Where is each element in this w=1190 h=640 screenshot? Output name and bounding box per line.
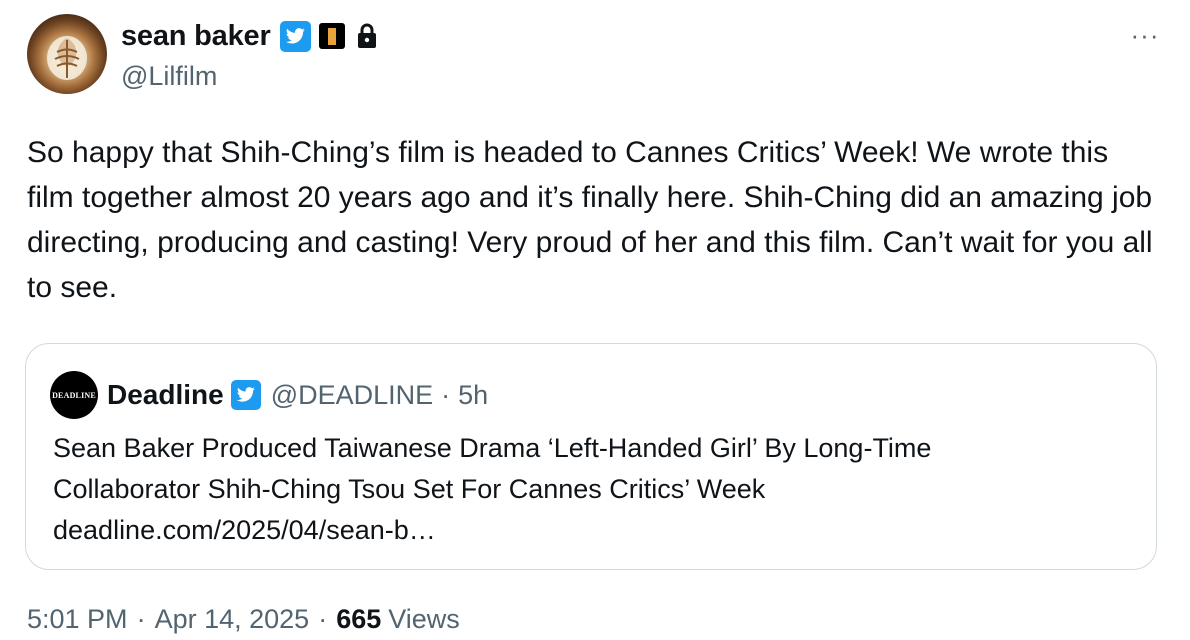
affiliation-badge-icon[interactable] bbox=[318, 23, 345, 49]
quoted-text-line: Sean Baker Produced Taiwanese Drama ‘Lef… bbox=[53, 433, 932, 463]
quoted-link[interactable]: deadline.com/2025/04/sean-b… bbox=[53, 510, 1133, 551]
quoted-display-name[interactable]: Deadline bbox=[107, 379, 224, 411]
tweet-meta: 5:01 PM · Apr 14, 2025 · 665 Views bbox=[27, 604, 460, 635]
quoted-separator: · bbox=[441, 379, 451, 410]
meta-separator: · bbox=[136, 604, 146, 634]
quoted-timestamp[interactable]: 5h bbox=[458, 380, 488, 411]
latte-art-icon bbox=[47, 36, 87, 80]
author-avatar[interactable] bbox=[27, 14, 107, 94]
author-name-row: sean baker bbox=[121, 18, 379, 54]
tweet-date[interactable]: Apr 14, 2025 bbox=[155, 604, 310, 635]
author-display-name[interactable]: sean baker bbox=[121, 20, 271, 53]
verified-badge-icon[interactable] bbox=[279, 20, 311, 52]
author-handle[interactable]: @Lilfilm bbox=[121, 61, 217, 92]
tweet-time[interactable]: 5:01 PM bbox=[27, 604, 128, 635]
quoted-tweet-header: DEADLINE Deadline @DEADLINE · 5h bbox=[50, 371, 488, 419]
more-options-button[interactable]: ··· bbox=[1125, 20, 1165, 50]
deadline-logo-avatar[interactable]: DEADLINE bbox=[50, 371, 98, 419]
quoted-tweet-text: Sean Baker Produced Taiwanese Drama ‘Lef… bbox=[53, 428, 1133, 551]
quoted-verified-badge-icon[interactable] bbox=[230, 380, 261, 410]
quoted-handle[interactable]: @DEADLINE bbox=[271, 380, 433, 411]
tweet-text: So happy that Shih-Ching’s film is heade… bbox=[27, 136, 1161, 304]
quoted-text-line: Collaborator Shih-Ching Tsou Set For Can… bbox=[53, 474, 766, 504]
quoted-tweet[interactable]: DEADLINE Deadline @DEADLINE · 5h Sean Ba… bbox=[25, 343, 1157, 570]
lock-icon bbox=[357, 23, 376, 48]
views-label: Views bbox=[388, 604, 460, 634]
tweet-card: sean baker @Lilfilm ··· So happy that Sh… bbox=[0, 0, 1190, 640]
meta-separator: · bbox=[318, 604, 328, 634]
views-count[interactable]: 665 bbox=[336, 604, 381, 635]
